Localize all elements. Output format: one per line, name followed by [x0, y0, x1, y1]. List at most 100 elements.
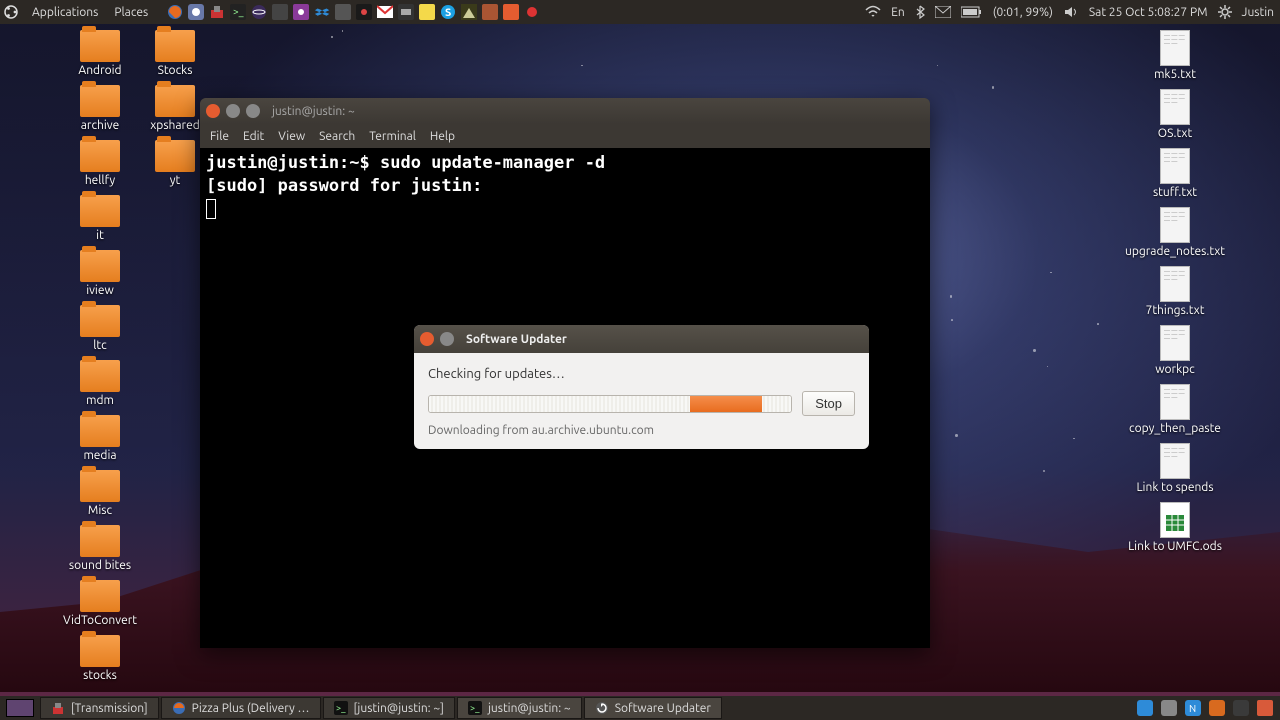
- folder-icon: [80, 250, 120, 282]
- desktop-icon-label: 7things.txt: [1146, 304, 1205, 317]
- clock[interactable]: Sat 25 Oct 5:08:27 PM: [1089, 6, 1208, 19]
- desktop-folder[interactable]: hellfy: [80, 138, 120, 189]
- task-label: [Transmission]: [71, 702, 148, 715]
- desktop-folder[interactable]: Misc: [80, 468, 120, 519]
- minimize-icon[interactable]: [440, 332, 454, 346]
- app-icon[interactable]: [397, 3, 415, 21]
- desktop-icon-label: iview: [86, 284, 114, 297]
- desktop-folder[interactable]: stocks: [80, 633, 120, 684]
- show-desktop-icon[interactable]: [1256, 699, 1274, 717]
- menu-edit[interactable]: Edit: [243, 130, 264, 143]
- menu-terminal[interactable]: Terminal: [369, 130, 416, 143]
- folder-icon: [155, 140, 195, 172]
- tray-app-icon[interactable]: [1208, 699, 1226, 717]
- taskbar-task[interactable]: >_[justin@justin: ~]: [323, 697, 455, 719]
- tray-app-icon[interactable]: [1232, 699, 1250, 717]
- desktop-folder[interactable]: xpshared: [150, 83, 200, 134]
- desktop-icon-label: upgrade_notes.txt: [1125, 245, 1225, 258]
- desktop-folder[interactable]: ltc: [80, 303, 120, 354]
- app-icon[interactable]: [292, 3, 310, 21]
- folder-icon: [80, 635, 120, 667]
- folder-icon: [80, 470, 120, 502]
- skype-icon[interactable]: S: [439, 3, 457, 21]
- app-icon[interactable]: [334, 3, 352, 21]
- app-icon[interactable]: [460, 3, 478, 21]
- gmail-icon[interactable]: [376, 3, 394, 21]
- terminal-titlebar[interactable]: justin@justin: ~: [200, 98, 930, 124]
- tray-app-icon[interactable]: [1136, 699, 1154, 717]
- places-menu[interactable]: Places: [110, 6, 152, 19]
- taskbar-task[interactable]: >_justin@justin: ~: [457, 697, 582, 719]
- task-label: Software Updater: [615, 702, 711, 715]
- taskbar-task[interactable]: Pizza Plus (Delivery …: [161, 697, 321, 719]
- record-icon[interactable]: [523, 3, 541, 21]
- desktop-folder[interactable]: archive: [80, 83, 120, 134]
- desktop-file[interactable]: ― ― ―― ― ―― ―stuff.txt: [1153, 146, 1197, 201]
- wifi-icon[interactable]: [865, 5, 881, 19]
- taskbar-task[interactable]: Software Updater: [584, 697, 722, 719]
- applications-menu[interactable]: Applications: [28, 6, 102, 19]
- app-icon[interactable]: [355, 3, 373, 21]
- desktop-file[interactable]: ― ― ―― ― ―― ―OS.txt: [1158, 87, 1192, 142]
- bluetooth-icon[interactable]: [915, 5, 925, 19]
- eclipse-icon[interactable]: [250, 3, 268, 21]
- folder-icon: [80, 360, 120, 392]
- maximize-icon[interactable]: [246, 104, 260, 118]
- battery-icon[interactable]: [961, 6, 983, 18]
- desktop-folder[interactable]: VidToConvert: [63, 578, 137, 629]
- desktop-folder[interactable]: it: [80, 193, 120, 244]
- desktop-folder[interactable]: iview: [80, 248, 120, 299]
- launcher-icon[interactable]: [187, 3, 205, 21]
- folder-icon: [80, 30, 120, 62]
- tray-app-icon[interactable]: N: [1184, 699, 1202, 717]
- workspace-switcher[interactable]: [6, 699, 34, 717]
- dropbox-icon[interactable]: [313, 3, 331, 21]
- desktop-file[interactable]: ― ― ―― ― ―― ―7things.txt: [1146, 264, 1205, 319]
- notes-icon[interactable]: [418, 3, 436, 21]
- menu-file[interactable]: File: [210, 130, 229, 143]
- close-icon[interactable]: [420, 332, 434, 346]
- terminal-icon[interactable]: >_: [229, 3, 247, 21]
- desktop-file[interactable]: Link to UMFC.ods: [1128, 500, 1222, 555]
- minimize-icon[interactable]: [226, 104, 240, 118]
- desktop-folder[interactable]: Stocks: [155, 28, 195, 79]
- terminal-line: [sudo] password for justin:: [206, 175, 924, 198]
- firefox-icon[interactable]: [166, 3, 184, 21]
- close-icon[interactable]: [206, 104, 220, 118]
- app-icon[interactable]: [481, 3, 499, 21]
- desktop-icon-label: archive: [81, 119, 119, 132]
- text-file-icon: ― ― ―― ― ―― ―: [1160, 443, 1190, 479]
- transmission-icon[interactable]: [208, 3, 226, 21]
- desktop-folder[interactable]: media: [80, 413, 120, 464]
- task-label: Pizza Plus (Delivery …: [192, 702, 310, 715]
- app-icon[interactable]: [502, 3, 520, 21]
- gear-icon[interactable]: [1218, 5, 1232, 19]
- language-indicator[interactable]: En: [891, 6, 905, 19]
- terminal-title: justin@justin: ~: [272, 105, 355, 118]
- desktop-icon-label: hellfy: [85, 174, 115, 187]
- desktop-folder[interactable]: mdm: [80, 358, 120, 409]
- updater-titlebar[interactable]: Software Updater: [414, 325, 869, 353]
- stop-button[interactable]: Stop: [802, 391, 855, 416]
- folder-icon: [80, 525, 120, 557]
- desktop-file[interactable]: ― ― ―― ― ―― ―Link to spends: [1136, 441, 1213, 496]
- desktop-icon-label: Link to UMFC.ods: [1128, 540, 1222, 553]
- ubuntu-logo-icon[interactable]: [2, 3, 20, 21]
- desktop-file[interactable]: ― ― ―― ― ―― ―mk5.txt: [1154, 28, 1196, 83]
- desktop-file[interactable]: ― ― ―― ― ―― ―workpc: [1155, 323, 1195, 378]
- menu-help[interactable]: Help: [430, 130, 455, 143]
- menu-view[interactable]: View: [278, 130, 305, 143]
- volume-icon[interactable]: [1063, 5, 1079, 19]
- mail-icon[interactable]: [935, 6, 951, 18]
- desktop-folder[interactable]: sound bites: [69, 523, 131, 574]
- tray-app-icon[interactable]: [1160, 699, 1178, 717]
- menu-search[interactable]: Search: [319, 130, 355, 143]
- app-icon[interactable]: [271, 3, 289, 21]
- desktop-file[interactable]: ― ― ―― ― ―― ―upgrade_notes.txt: [1125, 205, 1225, 260]
- taskbar-task[interactable]: [Transmission]: [40, 697, 159, 719]
- desktop-folder[interactable]: Android: [78, 28, 121, 79]
- desktop-file[interactable]: ― ― ―― ― ―― ―copy_then_paste: [1129, 382, 1221, 437]
- desktop-folder[interactable]: yt: [155, 138, 195, 189]
- user-menu[interactable]: Justin: [1242, 6, 1274, 19]
- task-label: [justin@justin: ~]: [354, 702, 444, 715]
